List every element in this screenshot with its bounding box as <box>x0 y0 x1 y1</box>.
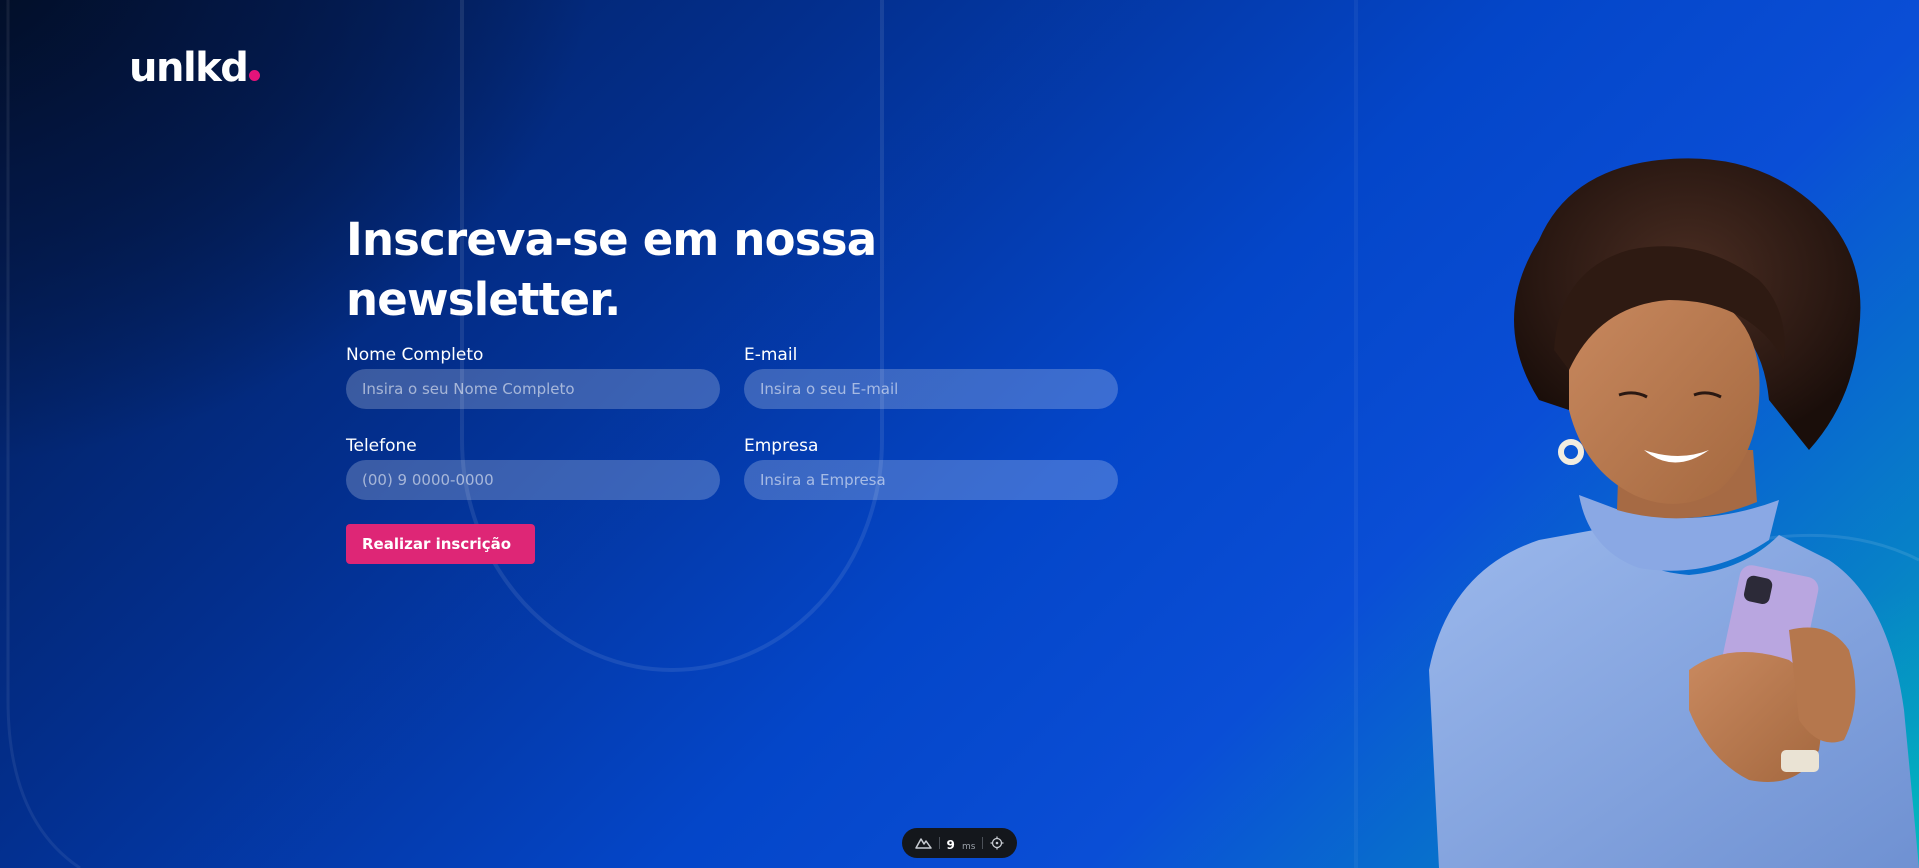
email-input[interactable] <box>744 369 1118 409</box>
nuxt-logo-icon[interactable] <box>914 837 932 849</box>
brand-logo[interactable]: unlkd <box>129 45 261 91</box>
dev-toolbar: 9 ms <box>902 828 1017 858</box>
brand-logo-text: unlkd <box>129 45 249 91</box>
name-input[interactable] <box>346 369 720 409</box>
company-label: Empresa <box>744 436 819 456</box>
render-time[interactable]: 9 ms <box>947 834 976 853</box>
toolbar-divider <box>938 837 940 849</box>
phone-label: Telefone <box>346 436 417 456</box>
email-field-group: E-mail <box>744 345 1118 409</box>
brand-logo-dot <box>249 70 261 81</box>
hero-photo <box>1429 158 1919 868</box>
subscribe-button[interactable]: Realizar inscrição <box>346 524 535 564</box>
name-field-group: Nome Completo <box>346 345 720 409</box>
company-field-group: Empresa <box>744 436 1118 500</box>
company-input[interactable] <box>744 460 1118 500</box>
name-label: Nome Completo <box>346 345 484 365</box>
phone-input[interactable] <box>346 460 720 500</box>
toolbar-divider <box>982 837 984 849</box>
render-time-value: 9 <box>946 837 955 852</box>
form-fields: Nome Completo E-mail Telefone Empresa <box>346 345 1126 500</box>
page-title: Inscreva-se em nossa newsletter. <box>346 213 877 326</box>
crosshair-icon[interactable] <box>990 836 1004 850</box>
newsletter-form: Inscreva-se em nossa newsletter. Nome Co… <box>346 210 1126 564</box>
phone-field-group: Telefone <box>346 436 720 500</box>
render-time-unit: ms <box>961 841 976 852</box>
email-label: E-mail <box>744 345 798 365</box>
